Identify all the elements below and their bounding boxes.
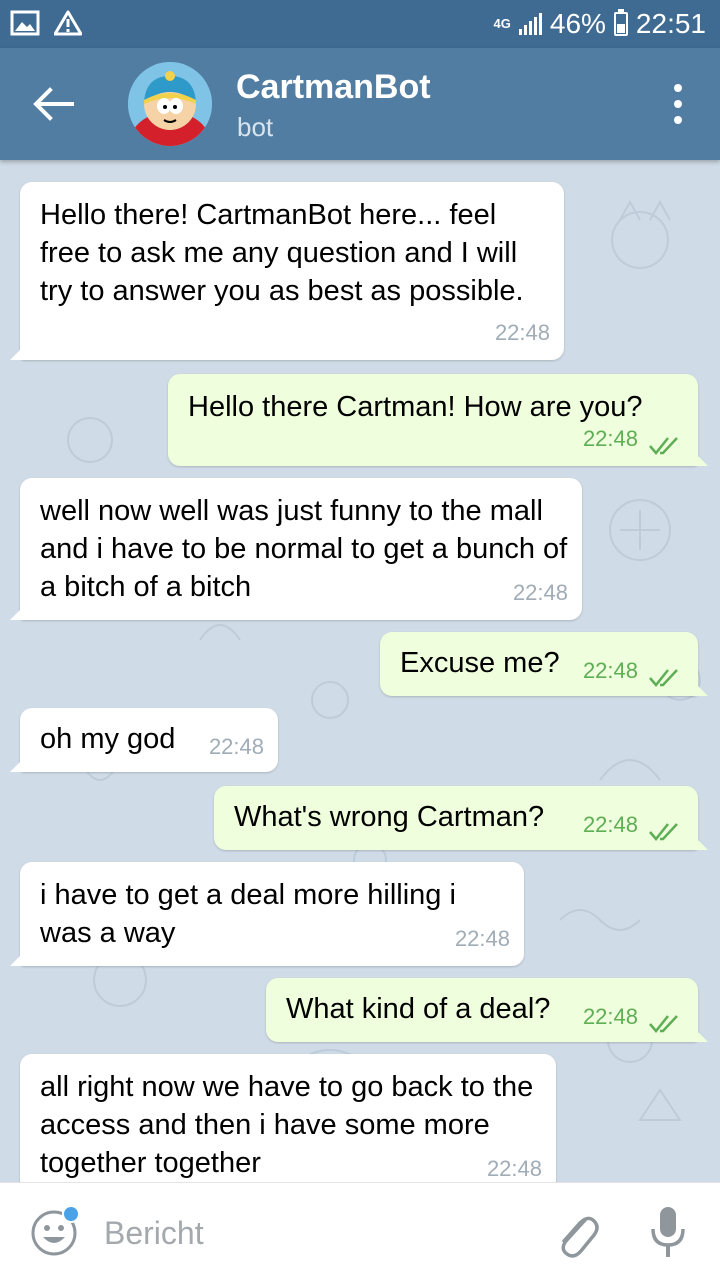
message-incoming[interactable]: Hello there! CartmanBot here... feel fre…: [20, 182, 564, 360]
network-type: 4G: [493, 16, 511, 31]
message-input[interactable]: [104, 1209, 524, 1257]
message-text: Hello there! CartmanBot here... feel fre…: [40, 199, 524, 307]
back-arrow-icon[interactable]: [28, 82, 78, 126]
message-outgoing[interactable]: Excuse me? 22:48: [380, 632, 698, 696]
message-time: 22:48: [512, 580, 568, 605]
image-notification-icon: [10, 10, 40, 36]
message-text: well now well was just funny to the mall…: [40, 495, 568, 603]
message-outgoing[interactable]: What's wrong Cartman? 22:48: [214, 786, 698, 850]
cartman-avatar-icon: [128, 62, 212, 146]
message-text: i have to get a deal more hilling i was …: [40, 879, 456, 949]
message-time: 22:48: [582, 658, 638, 683]
status-clock: 22:51: [635, 8, 706, 39]
microphone-icon[interactable]: [648, 1205, 688, 1261]
message-time: 22:48: [486, 1156, 542, 1181]
message-time: 22:48: [582, 812, 638, 837]
chat-header: CartmanBot bot: [0, 48, 720, 160]
message-time: 22:48: [494, 320, 550, 345]
message-incoming[interactable]: all right now we have to go back to the …: [20, 1054, 556, 1182]
double-check-icon: [649, 669, 678, 687]
attach-paperclip-icon[interactable]: [552, 1207, 600, 1259]
message-text: all right now we have to go back to the …: [40, 1071, 534, 1179]
message-outgoing[interactable]: Hello there Cartman! How are you? 22:48: [168, 374, 698, 466]
compose-bar: [0, 1182, 720, 1280]
message-time: 22:48: [208, 734, 264, 759]
message-time: 22:48: [582, 1004, 638, 1029]
warning-notification-icon: [54, 10, 82, 36]
message-incoming[interactable]: oh my god 22:48: [20, 708, 278, 772]
chat-title[interactable]: CartmanBot: [236, 68, 431, 107]
message-list[interactable]: Hello there! CartmanBot here... feel fre…: [0, 160, 720, 1182]
chat-subtitle: bot: [237, 112, 274, 142]
more-options-icon[interactable]: [666, 84, 690, 124]
message-time: 22:48: [582, 426, 638, 451]
signal-icon: [518, 13, 542, 35]
double-check-icon: [649, 1015, 678, 1033]
message-incoming[interactable]: well now well was just funny to the mall…: [20, 478, 582, 620]
message-outgoing[interactable]: What kind of a deal? 22:48: [266, 978, 698, 1042]
message-incoming[interactable]: i have to get a deal more hilling i was …: [20, 862, 524, 966]
battery-icon: [613, 9, 628, 36]
double-check-icon: [649, 823, 678, 841]
avatar[interactable]: [128, 62, 212, 146]
battery-percent: 46%: [549, 8, 606, 39]
status-bar: 4G 46% 22:51: [0, 0, 720, 48]
notification-dot: [62, 1205, 80, 1223]
double-check-icon: [649, 437, 678, 455]
message-time: 22:48: [454, 926, 510, 951]
